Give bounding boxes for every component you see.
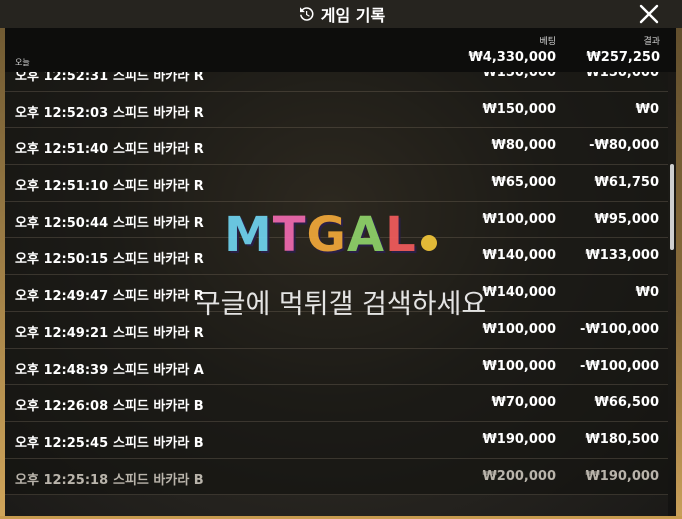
- row-result: ₩61,750: [594, 175, 659, 191]
- row-game: 스피드 바카라 R: [113, 105, 204, 121]
- history-row[interactable]: 오후 12:26:08 스피드 바카라 B ₩70,000 ₩66,500: [5, 385, 668, 422]
- row-game: 스피드 바카라 B: [113, 399, 204, 415]
- row-bet: ₩150,000: [482, 72, 556, 80]
- row-time: 오후 12:51:40: [15, 142, 109, 158]
- row-bet: ₩100,000: [482, 211, 556, 227]
- history-row[interactable]: 오후 12:52:31 스피드 바카라 R ₩150,000 ₩150,000: [5, 72, 668, 92]
- row-result: ₩133,000: [585, 248, 659, 264]
- close-icon: [639, 4, 659, 24]
- row-time: 오후 12:51:10: [15, 179, 109, 195]
- right-frame-border: [676, 0, 682, 519]
- row-bet: ₩80,000: [491, 138, 556, 154]
- row-game: 스피드 바카라 R: [113, 72, 204, 84]
- scrollbar-thumb[interactable]: [670, 164, 674, 250]
- row-time: 오후 12:25:45: [15, 435, 109, 451]
- dialog-title: 게임 기록: [0, 0, 682, 28]
- row-time: 오후 12:52:31: [15, 72, 109, 84]
- row-time: 오후 12:25:18: [15, 472, 109, 488]
- row-bet: ₩200,000: [482, 468, 556, 484]
- row-result: ₩0: [635, 101, 659, 117]
- history-row[interactable]: 오후 12:25:18 스피드 바카라 B ₩200,000 ₩190,000: [5, 458, 668, 496]
- bet-column-label: 베팅: [539, 37, 556, 47]
- history-row[interactable]: 오후 12:25:45 스피드 바카라 B ₩190,000 ₩180,500: [5, 421, 668, 459]
- row-result: -₩100,000: [580, 321, 659, 337]
- row-bet: ₩100,000: [482, 321, 556, 337]
- row-result: ₩66,500: [594, 395, 659, 411]
- row-time: 오후 12:26:08: [15, 399, 109, 415]
- result-column-label: 결과: [643, 37, 660, 47]
- row-game: 스피드 바카라 R: [113, 179, 204, 195]
- row-result: ₩95,000: [594, 211, 659, 227]
- row-result: -₩100,000: [580, 358, 659, 374]
- dialog-title-text: 게임 기록: [320, 6, 386, 25]
- row-bet: ₩65,000: [491, 175, 556, 191]
- watermark-logo-letter: L: [385, 207, 417, 263]
- row-bet: ₩190,000: [482, 431, 556, 447]
- history-row[interactable]: 오후 12:48:39 스피드 바카라 A ₩100,000 -₩100,000: [5, 348, 668, 386]
- row-game: 스피드 바카라 R: [113, 215, 204, 231]
- watermark-logo-letter: T: [272, 207, 307, 263]
- watermark-logo-letter: G: [306, 207, 347, 263]
- watermark-text: 구글에 먹튀갤 검색하세요: [195, 289, 487, 320]
- history-row[interactable]: 오후 12:52:03 스피드 바카라 R ₩150,000 ₩0: [5, 91, 668, 129]
- history-icon: [299, 7, 314, 21]
- summary-panel: 오늘 베팅 결과 ₩4,330,000 ₩257,250: [5, 28, 676, 72]
- row-time: 오후 12:50:15: [15, 252, 109, 268]
- row-result: ₩180,500: [585, 431, 659, 447]
- result-total: ₩257,250: [586, 50, 660, 65]
- watermark-logo-letter: A: [346, 207, 386, 263]
- watermark-logo-letter: M: [224, 207, 273, 263]
- row-time: 오후 12:48:39: [15, 362, 109, 378]
- row-game: 스피드 바카라 B: [113, 472, 204, 488]
- row-time: 오후 12:49:21: [15, 325, 109, 341]
- row-game: 스피드 바카라 R: [113, 325, 204, 341]
- row-time: 오후 12:52:03: [15, 105, 109, 121]
- row-result: ₩150,000: [585, 72, 659, 80]
- row-time: 오후 12:50:44: [15, 215, 109, 231]
- history-row[interactable]: 오후 12:51:10 스피드 바카라 R ₩65,000 ₩61,750: [5, 165, 668, 202]
- row-bet: ₩100,000: [482, 358, 556, 374]
- row-game: 스피드 바카라 R: [113, 142, 204, 158]
- row-game: 스피드 바카라 A: [113, 362, 204, 378]
- today-label: 오늘: [15, 58, 30, 67]
- watermark-logo-dot: [420, 235, 437, 251]
- row-game: 스피드 바카라 R: [113, 252, 204, 268]
- bet-total: ₩4,330,000: [468, 50, 556, 65]
- row-bet: ₩140,000: [482, 248, 556, 264]
- watermark-logo: MTGAL: [224, 205, 437, 265]
- row-bet: ₩150,000: [482, 101, 556, 117]
- row-bet: ₩70,000: [491, 395, 556, 411]
- close-button[interactable]: [638, 3, 660, 25]
- row-game: 스피드 바카라 B: [113, 435, 204, 451]
- row-result: -₩80,000: [589, 138, 659, 154]
- history-row[interactable]: 오후 12:51:40 스피드 바카라 R ₩80,000 -₩80,000: [5, 128, 668, 166]
- row-result: ₩190,000: [585, 468, 659, 484]
